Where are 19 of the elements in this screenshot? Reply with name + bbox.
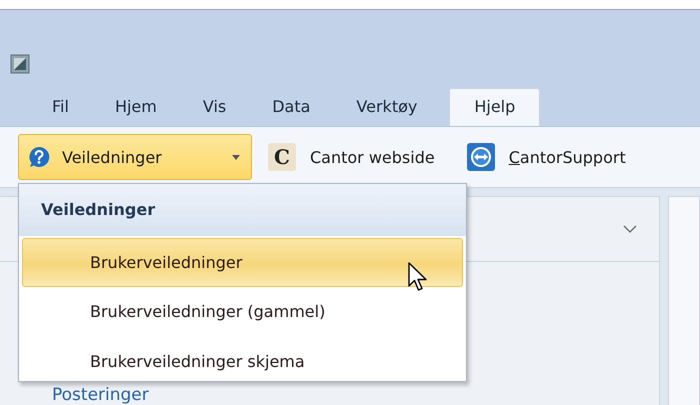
menu-item[interactable]: Brukerveiledninger skjema [22, 337, 463, 387]
ribbon-tab[interactable]: Vis [180, 88, 248, 126]
guides-dropdown-button[interactable]: Veiledninger [18, 134, 252, 180]
app-icon [10, 54, 30, 74]
toolbar-button[interactable]: C Cantor webside [260, 143, 443, 171]
letter-icon: C [268, 143, 296, 171]
chevron-down-icon[interactable] [623, 225, 637, 233]
menu-item[interactable]: Brukerveiledninger [22, 238, 463, 287]
help-icon [28, 146, 50, 168]
ribbon-tab[interactable]: Data [250, 88, 332, 126]
section-title: Posteringer [52, 386, 149, 405]
toolbar-button[interactable]: CantorSupport [458, 143, 634, 171]
ribbon-tab[interactable]: Hjelp [449, 88, 540, 126]
ribbon-tab[interactable]: Verktøy [334, 88, 440, 126]
caret-icon [232, 154, 240, 160]
ribbon-tab[interactable]: Hjem [92, 88, 179, 126]
ribbon-tab[interactable]: Fil [30, 88, 91, 126]
menu-header: Veiledninger [19, 184, 466, 236]
menu-item[interactable]: Brukerveiledninger (gammel) [22, 287, 463, 337]
